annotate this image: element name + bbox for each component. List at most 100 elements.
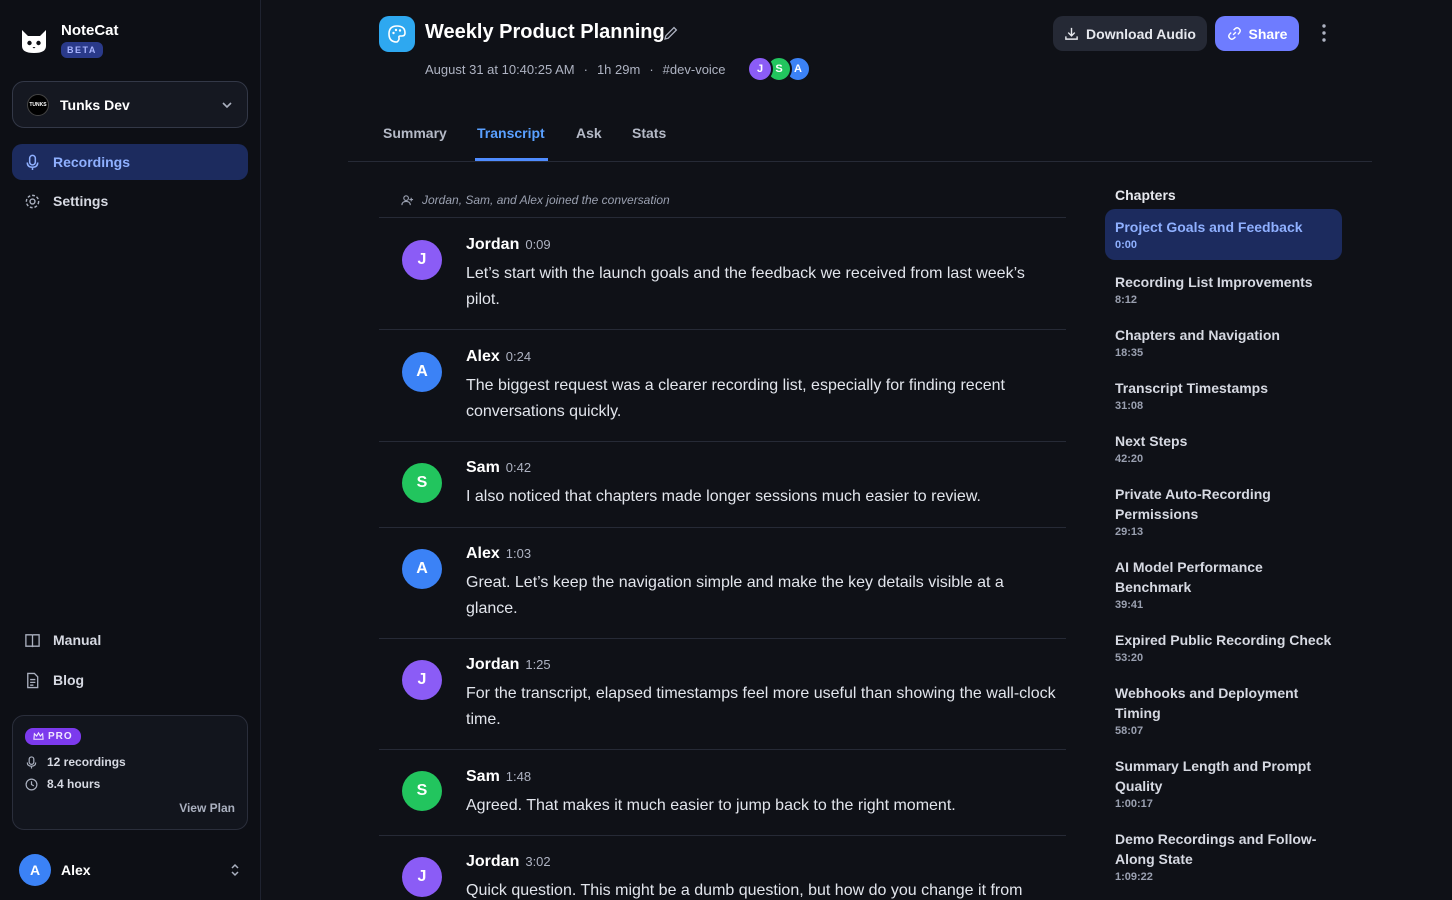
pro-badge-label: PRO — [48, 731, 73, 742]
workspace-name: Tunks Dev — [60, 96, 130, 113]
message-timestamp[interactable]: 0:24 — [506, 349, 531, 364]
recording-duration: 1h 29m — [596, 62, 641, 77]
speaker-avatar: S — [402, 771, 442, 811]
chapter-item[interactable]: Private Auto-Recording Permissions 29:13 — [1105, 484, 1342, 538]
participant-avatars[interactable]: JSA — [747, 56, 811, 82]
chapter-title: Summary Length and Prompt Quality — [1115, 758, 1312, 794]
nav-recordings-label: Recordings — [53, 154, 131, 170]
speaker-header: Jordan 1:25 — [466, 656, 551, 674]
speaker-avatar: J — [402, 660, 442, 700]
chapter-title: Project Goals and Feedback — [1115, 219, 1303, 235]
chapter-item[interactable]: Expired Public Recording Check 53:20 — [1105, 630, 1342, 664]
chapter-title: Recording List Improvements — [1115, 274, 1313, 290]
message-text: Quick question. This might be a dumb que… — [466, 882, 1023, 899]
avatar: A — [19, 854, 51, 886]
plan-card: PRO 12 recordings 8.4 hours View Plan — [12, 715, 248, 830]
recording-channel[interactable]: #dev-voice — [663, 62, 726, 77]
crown-icon — [33, 731, 44, 740]
speaker-name: Sam — [466, 459, 500, 476]
message-text: Agreed. That makes it much easier to jum… — [466, 797, 956, 814]
plan-hours-label: 8.4 hours — [47, 777, 101, 791]
chapter-item[interactable]: Project Goals and Feedback 0:00 — [1105, 209, 1342, 260]
chapter-timestamp: 18:35 — [1115, 347, 1144, 359]
workspace-switcher[interactable]: TUNKS Tunks Dev — [12, 81, 248, 128]
tab-ask[interactable]: Ask — [576, 125, 602, 141]
microphone-icon — [26, 154, 39, 170]
chapter-item[interactable]: Transcript Timestamps 31:08 — [1105, 378, 1342, 412]
share-label: Share — [1248, 25, 1288, 42]
chapter-timestamp: 58:07 — [1115, 725, 1144, 737]
recording-type-icon — [379, 16, 415, 52]
transcript-message[interactable]: S Sam 1:48 Agreed. That makes it much easie… — [379, 749, 1066, 835]
view-plan-link[interactable]: View Plan — [179, 801, 235, 815]
speaker-name: Jordan — [466, 853, 520, 870]
chapter-item[interactable]: Demo Recordings and Follow-Along State 1:… — [1105, 829, 1342, 883]
message-timestamp[interactable]: 0:42 — [506, 460, 531, 475]
chapter-item[interactable]: Next Steps 42:20 — [1105, 431, 1342, 465]
transcript-message[interactable]: J Jordan 0:09 Let’s start with the launch g… — [379, 217, 1066, 329]
message-timestamp[interactable]: 1:48 — [506, 769, 531, 784]
speaker-avatar: J — [402, 857, 442, 897]
speaker-avatar: A — [402, 549, 442, 589]
chapter-title: Next Steps — [1115, 433, 1188, 449]
message-text: Let’s start with the launch goals and th… — [466, 265, 1025, 308]
app-name: NoteCat — [61, 22, 119, 39]
participant-avatar[interactable]: J — [747, 56, 773, 82]
speaker-header: Jordan 0:09 — [466, 236, 551, 254]
message-timestamp[interactable]: 1:03 — [506, 546, 531, 561]
user-menu[interactable]: A Alex — [19, 854, 241, 886]
tab-summary[interactable]: Summary — [383, 125, 447, 141]
more-options-icon[interactable] — [1314, 22, 1334, 44]
message-text: Great. Let’s keep the navigation simple … — [466, 574, 1004, 617]
recording-date: August 31 at 10:40:25 AM — [425, 62, 575, 77]
speaker-header: Jordan 3:02 — [466, 853, 551, 871]
chapter-title: Demo Recordings and Follow-Along State — [1115, 831, 1317, 867]
speaker-name: Alex — [466, 545, 500, 562]
message-timestamp[interactable]: 1:25 — [525, 657, 550, 672]
plan-recordings: 12 recordings — [25, 755, 235, 769]
tab-bar: Summary Transcript Ask Stats — [348, 115, 1372, 162]
joined-text: Jordan, Sam, and Alex joined the convers… — [422, 193, 670, 207]
speaker-header: Sam 1:48 — [466, 768, 531, 786]
chapter-item[interactable]: AI Model Performance Benchmark 39:41 — [1105, 557, 1342, 611]
nav-manual[interactable]: Manual — [12, 622, 248, 658]
beta-badge: BETA — [61, 42, 103, 58]
nav-blog[interactable]: Blog — [12, 662, 248, 698]
recording-meta: August 31 at 10:40:25 AM · 1h 29m · #dev… — [425, 62, 726, 77]
share-button[interactable]: Share — [1215, 16, 1299, 51]
chapter-item[interactable]: Chapters and Navigation 18:35 — [1105, 325, 1342, 359]
plan-hours: 8.4 hours — [25, 777, 235, 791]
speaker-avatar: J — [402, 240, 442, 280]
chapters-heading: Chapters — [1115, 187, 1176, 203]
chapter-item[interactable]: Webhooks and Deployment Timing 58:07 — [1105, 683, 1342, 737]
nav-recordings[interactable]: Recordings — [12, 144, 248, 180]
chapter-timestamp: 1:00:17 — [1115, 798, 1153, 810]
pencil-icon[interactable] — [663, 25, 679, 41]
message-timestamp[interactable]: 0:09 — [525, 237, 550, 252]
user-name: Alex — [61, 862, 91, 878]
transcript-message[interactable]: S Sam 0:42 I also noticed that chapters mad… — [379, 441, 1066, 527]
tab-transcript[interactable]: Transcript — [477, 125, 545, 141]
tab-stats[interactable]: Stats — [632, 125, 666, 141]
chapter-title: Private Auto-Recording Permissions — [1115, 486, 1271, 522]
nav-settings[interactable]: Settings — [12, 183, 248, 219]
chapter-timestamp: 29:13 — [1115, 526, 1144, 538]
microphone-icon — [26, 755, 37, 769]
transcript-message[interactable]: J Jordan 3:02 Quick question. This might be… — [379, 835, 1066, 900]
chapter-timestamp: 39:41 — [1115, 599, 1144, 611]
message-text: The biggest request was a clearer record… — [466, 377, 1005, 420]
chapter-item[interactable]: Recording List Improvements 8:12 — [1105, 272, 1342, 306]
chapter-item[interactable]: Summary Length and Prompt Quality 1:00:17 — [1105, 756, 1342, 810]
joined-notice: Jordan, Sam, and Alex joined the convers… — [401, 193, 670, 207]
transcript-message[interactable]: A Alex 0:24 The biggest request was a clear… — [379, 329, 1066, 441]
brand[interactable]: NoteCat BETA — [18, 22, 119, 58]
download-audio-button[interactable]: Download Audio — [1053, 16, 1207, 51]
document-icon — [27, 672, 39, 688]
plan-recordings-label: 12 recordings — [47, 755, 126, 769]
transcript-message[interactable]: A Alex 1:03 Great. Let’s keep the navigatio… — [379, 527, 1066, 638]
speaker-header: Alex 1:03 — [466, 545, 531, 563]
nav-settings-label: Settings — [53, 193, 109, 209]
transcript-message[interactable]: J Jordan 1:25 For the transcript, elapsed t… — [379, 638, 1066, 749]
message-timestamp[interactable]: 3:02 — [525, 854, 550, 869]
speaker-avatar: A — [402, 352, 442, 392]
